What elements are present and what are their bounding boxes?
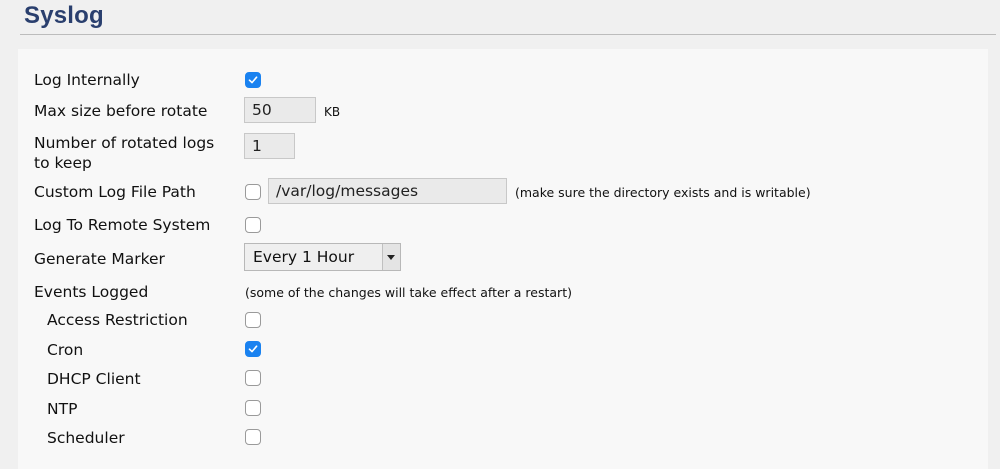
log-internally-row: Log Internally bbox=[18, 69, 988, 91]
event-label-access-restriction: Access Restriction bbox=[47, 311, 188, 329]
log-internally-label: Log Internally bbox=[34, 71, 140, 89]
chevron-down-icon bbox=[382, 244, 400, 270]
page-header: Syslog bbox=[20, 0, 996, 35]
max-size-input[interactable] bbox=[244, 97, 316, 123]
event-checkbox-scheduler[interactable] bbox=[245, 429, 261, 445]
remote-row: Log To Remote System bbox=[18, 215, 988, 237]
events-row: Events Logged (some of the changes will … bbox=[18, 282, 988, 304]
max-size-label: Max size before rotate bbox=[34, 102, 208, 120]
custom-path-label: Custom Log File Path bbox=[34, 183, 196, 201]
event-row-dhcp-client: DHCP Client bbox=[18, 369, 988, 391]
event-label-dhcp-client: DHCP Client bbox=[47, 370, 141, 388]
rotated-logs-row: Number of rotated logs to keep bbox=[18, 131, 988, 173]
marker-select-value: Every 1 Hour bbox=[253, 248, 355, 266]
event-label-ntp: NTP bbox=[47, 400, 78, 418]
event-row-ntp: NTP bbox=[18, 399, 988, 421]
marker-row: Generate Marker Every 1 Hour bbox=[18, 243, 988, 273]
event-row-access-restriction: Access Restriction bbox=[18, 310, 988, 332]
custom-path-row: Custom Log File Path (make sure the dire… bbox=[18, 178, 988, 206]
event-label-cron: Cron bbox=[47, 341, 84, 359]
event-checkbox-dhcp-client[interactable] bbox=[245, 370, 261, 386]
max-size-unit: KB bbox=[324, 105, 341, 119]
page-title: Syslog bbox=[24, 2, 104, 29]
event-checkbox-access-restriction[interactable] bbox=[245, 312, 261, 328]
events-hint: (some of the changes will take effect af… bbox=[245, 285, 572, 300]
custom-path-hint: (make sure the directory exists and is w… bbox=[515, 185, 811, 200]
check-icon bbox=[248, 345, 258, 353]
custom-path-checkbox[interactable] bbox=[245, 184, 261, 200]
event-checkbox-ntp[interactable] bbox=[245, 400, 261, 416]
marker-select[interactable]: Every 1 Hour bbox=[244, 243, 401, 271]
marker-label: Generate Marker bbox=[34, 250, 165, 268]
rotated-logs-input[interactable] bbox=[244, 133, 295, 159]
events-label: Events Logged bbox=[34, 283, 149, 301]
remote-checkbox[interactable] bbox=[245, 217, 261, 233]
event-row-scheduler: Scheduler bbox=[18, 428, 988, 450]
max-size-row: Max size before rotate KB bbox=[18, 97, 988, 125]
event-checkbox-cron[interactable] bbox=[245, 341, 261, 357]
event-row-cron: Cron bbox=[18, 340, 988, 362]
syslog-settings-panel: Log Internally Max size before rotate KB… bbox=[18, 49, 988, 469]
log-internally-checkbox[interactable] bbox=[245, 72, 261, 88]
custom-path-input[interactable] bbox=[268, 178, 507, 204]
check-icon bbox=[248, 76, 258, 84]
event-label-scheduler: Scheduler bbox=[47, 429, 125, 447]
rotated-logs-label: Number of rotated logs to keep bbox=[34, 134, 215, 172]
remote-label: Log To Remote System bbox=[34, 216, 211, 234]
